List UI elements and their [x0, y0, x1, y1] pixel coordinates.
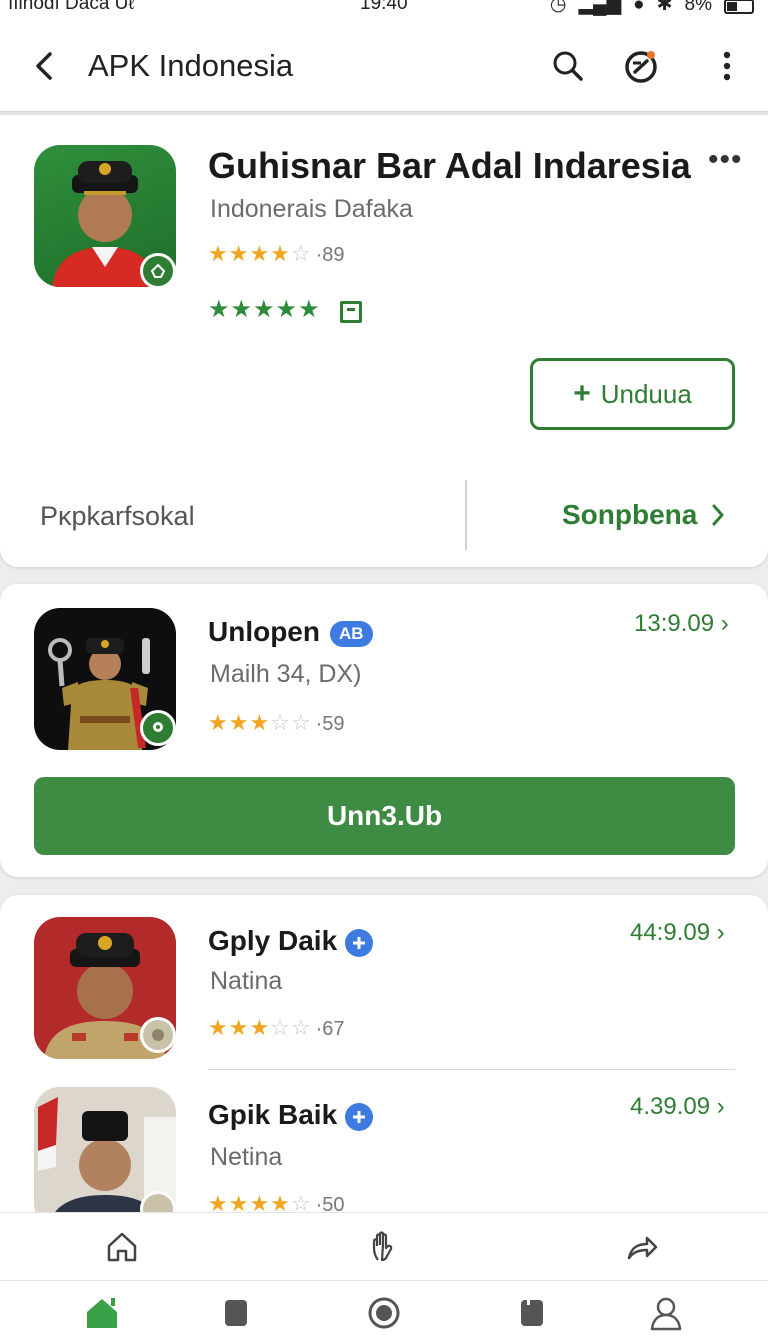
- status-bar: ıılnodı Daca Uℓ 19:40 ◷ ▂▄▆ ● ✱ 8%: [0, 0, 768, 16]
- square-icon: [225, 1300, 247, 1326]
- more-horizontal-icon[interactable]: •••: [708, 143, 743, 177]
- battery-percent: 8%: [684, 0, 712, 15]
- location-icon: ●: [633, 0, 645, 15]
- footer-link-label: Sonpbena: [562, 499, 698, 530]
- bluetooth-icon: ✱: [656, 0, 673, 15]
- nav-home[interactable]: [80, 1291, 124, 1335]
- hand-icon: [372, 1231, 393, 1262]
- rating-stars: ★★★★: [208, 241, 291, 266]
- featured-app-rating: ★★★★☆ ·89: [208, 241, 345, 267]
- status-icons: ◷ ▂▄▆ ● ✱ 8%: [550, 0, 754, 16]
- install-label: Unduua: [600, 378, 692, 409]
- nav-record[interactable]: [362, 1291, 406, 1335]
- back-arrow-icon: [36, 52, 52, 80]
- location-badge-icon: [140, 710, 176, 746]
- emblem-badge-icon: [140, 1017, 176, 1053]
- rating-empty-star: ☆: [290, 241, 312, 266]
- chevron-right-icon: ›: [710, 919, 725, 946]
- speed-test-button[interactable]: [621, 46, 661, 86]
- app-size-text: 13:9.09: [634, 610, 715, 637]
- chevron-right-icon: ›: [710, 1093, 725, 1120]
- overflow-menu-button[interactable]: [707, 46, 747, 86]
- app-name-1: Unlopen AB: [208, 616, 373, 648]
- chevron-right-icon: ›: [714, 610, 729, 637]
- featured-app-name: Guhisnar Bar Adal Indaresia: [208, 145, 691, 186]
- app-tag-badge: AB: [330, 620, 373, 647]
- verified-badge-icon: [140, 253, 176, 289]
- alarm-icon: ◷: [549, 0, 567, 15]
- record-icon: [368, 1297, 400, 1329]
- app-list-card: Gply Daik Natina ★★★☆☆ ·67 44:9.09 › Gpik…: [0, 895, 768, 1225]
- featured-footer-left[interactable]: Pĸpkarfsokal: [40, 501, 195, 532]
- add-circle-icon[interactable]: [345, 1102, 374, 1131]
- info-box-icon: [340, 301, 362, 323]
- install-wide-button[interactable]: Unn3.Ub: [34, 777, 735, 855]
- speedometer-icon: [625, 51, 657, 83]
- home-outline-icon: [107, 1232, 137, 1262]
- add-circle-icon[interactable]: [345, 928, 374, 957]
- page-title: APK Indonesia: [88, 48, 294, 83]
- install-button[interactable]: + Unduua: [530, 358, 735, 430]
- back-button[interactable]: [26, 46, 62, 86]
- featured-app-developer: Indonerais Dafaka: [210, 195, 413, 223]
- rating-count: ·67: [315, 1018, 345, 1040]
- app-name-3: Gpik Baik: [208, 1099, 374, 1131]
- footer-divider: [465, 480, 467, 550]
- share-button[interactable]: [620, 1225, 664, 1269]
- green-rating-stars: ★★★★★: [208, 296, 321, 323]
- rating-empty-star: ☆☆: [270, 710, 312, 735]
- nav-apps[interactable]: [214, 1291, 258, 1335]
- featured-footer-link[interactable]: Sonpbena: [562, 499, 725, 531]
- rating-stars: ★★★: [208, 710, 271, 735]
- app-size-text: 44:9.09: [630, 919, 711, 946]
- app-name-text: Unlopen: [208, 616, 320, 647]
- share-icon: [627, 1236, 658, 1260]
- plus-icon: +: [573, 377, 591, 410]
- carrier-label: ıılnodı Daca Uℓ: [8, 0, 135, 14]
- app-size-1[interactable]: 13:9.09 ›: [634, 610, 729, 638]
- bottom-navigation: [0, 1280, 768, 1344]
- book-icon: [521, 1300, 543, 1326]
- featured-app-card[interactable]: Guhisnar Bar Adal Indaresia ••• Indonera…: [0, 115, 768, 567]
- app-rating-2: ★★★☆☆ ·67: [208, 1015, 345, 1041]
- status-time: 19:40: [360, 0, 408, 14]
- bottom-action-row: [0, 1212, 768, 1280]
- app-rating-1: ★★★☆☆ ·59: [208, 710, 345, 736]
- more-vertical-icon: [723, 51, 731, 81]
- list-divider: [208, 1069, 735, 1070]
- app-size-2[interactable]: 44:9.09 ›: [630, 919, 725, 947]
- rating-empty-star: ☆☆: [270, 1015, 312, 1040]
- gesture-button[interactable]: [362, 1225, 406, 1269]
- signal-icon: ▂▄▆: [578, 0, 622, 15]
- app-name-text: Gply Daik: [208, 925, 338, 956]
- app-name-2: Gply Daik: [208, 925, 374, 957]
- home-outline-button[interactable]: [100, 1225, 144, 1269]
- user-icon: [650, 1297, 682, 1331]
- app-sub-1: Mailh 34, DX): [210, 660, 362, 688]
- chevron-right-icon: [712, 504, 724, 526]
- app-bar: APK Indonesia: [0, 16, 768, 112]
- rating-count: ·59: [315, 713, 345, 735]
- app-size-text: 4.39.09: [630, 1093, 711, 1120]
- app-sub-3: Netina: [210, 1143, 283, 1171]
- nav-profile[interactable]: [644, 1291, 688, 1335]
- rating-stars: ★★★: [208, 1015, 271, 1040]
- app-sub-2: Natina: [210, 967, 283, 995]
- battery-icon: [724, 0, 754, 14]
- app-card-1[interactable]: Unlopen AB Mailh 34, DX) ★★★☆☆ ·59 13:9.09…: [0, 584, 768, 877]
- rating-count: ·89: [315, 244, 345, 266]
- app-size-3[interactable]: 4.39.09 ›: [630, 1093, 725, 1121]
- app-name-text: Gpik Baik: [208, 1099, 338, 1130]
- home-icon: [87, 1298, 117, 1328]
- search-button[interactable]: [548, 46, 588, 86]
- search-icon: [553, 51, 583, 81]
- nav-library[interactable]: [510, 1291, 554, 1335]
